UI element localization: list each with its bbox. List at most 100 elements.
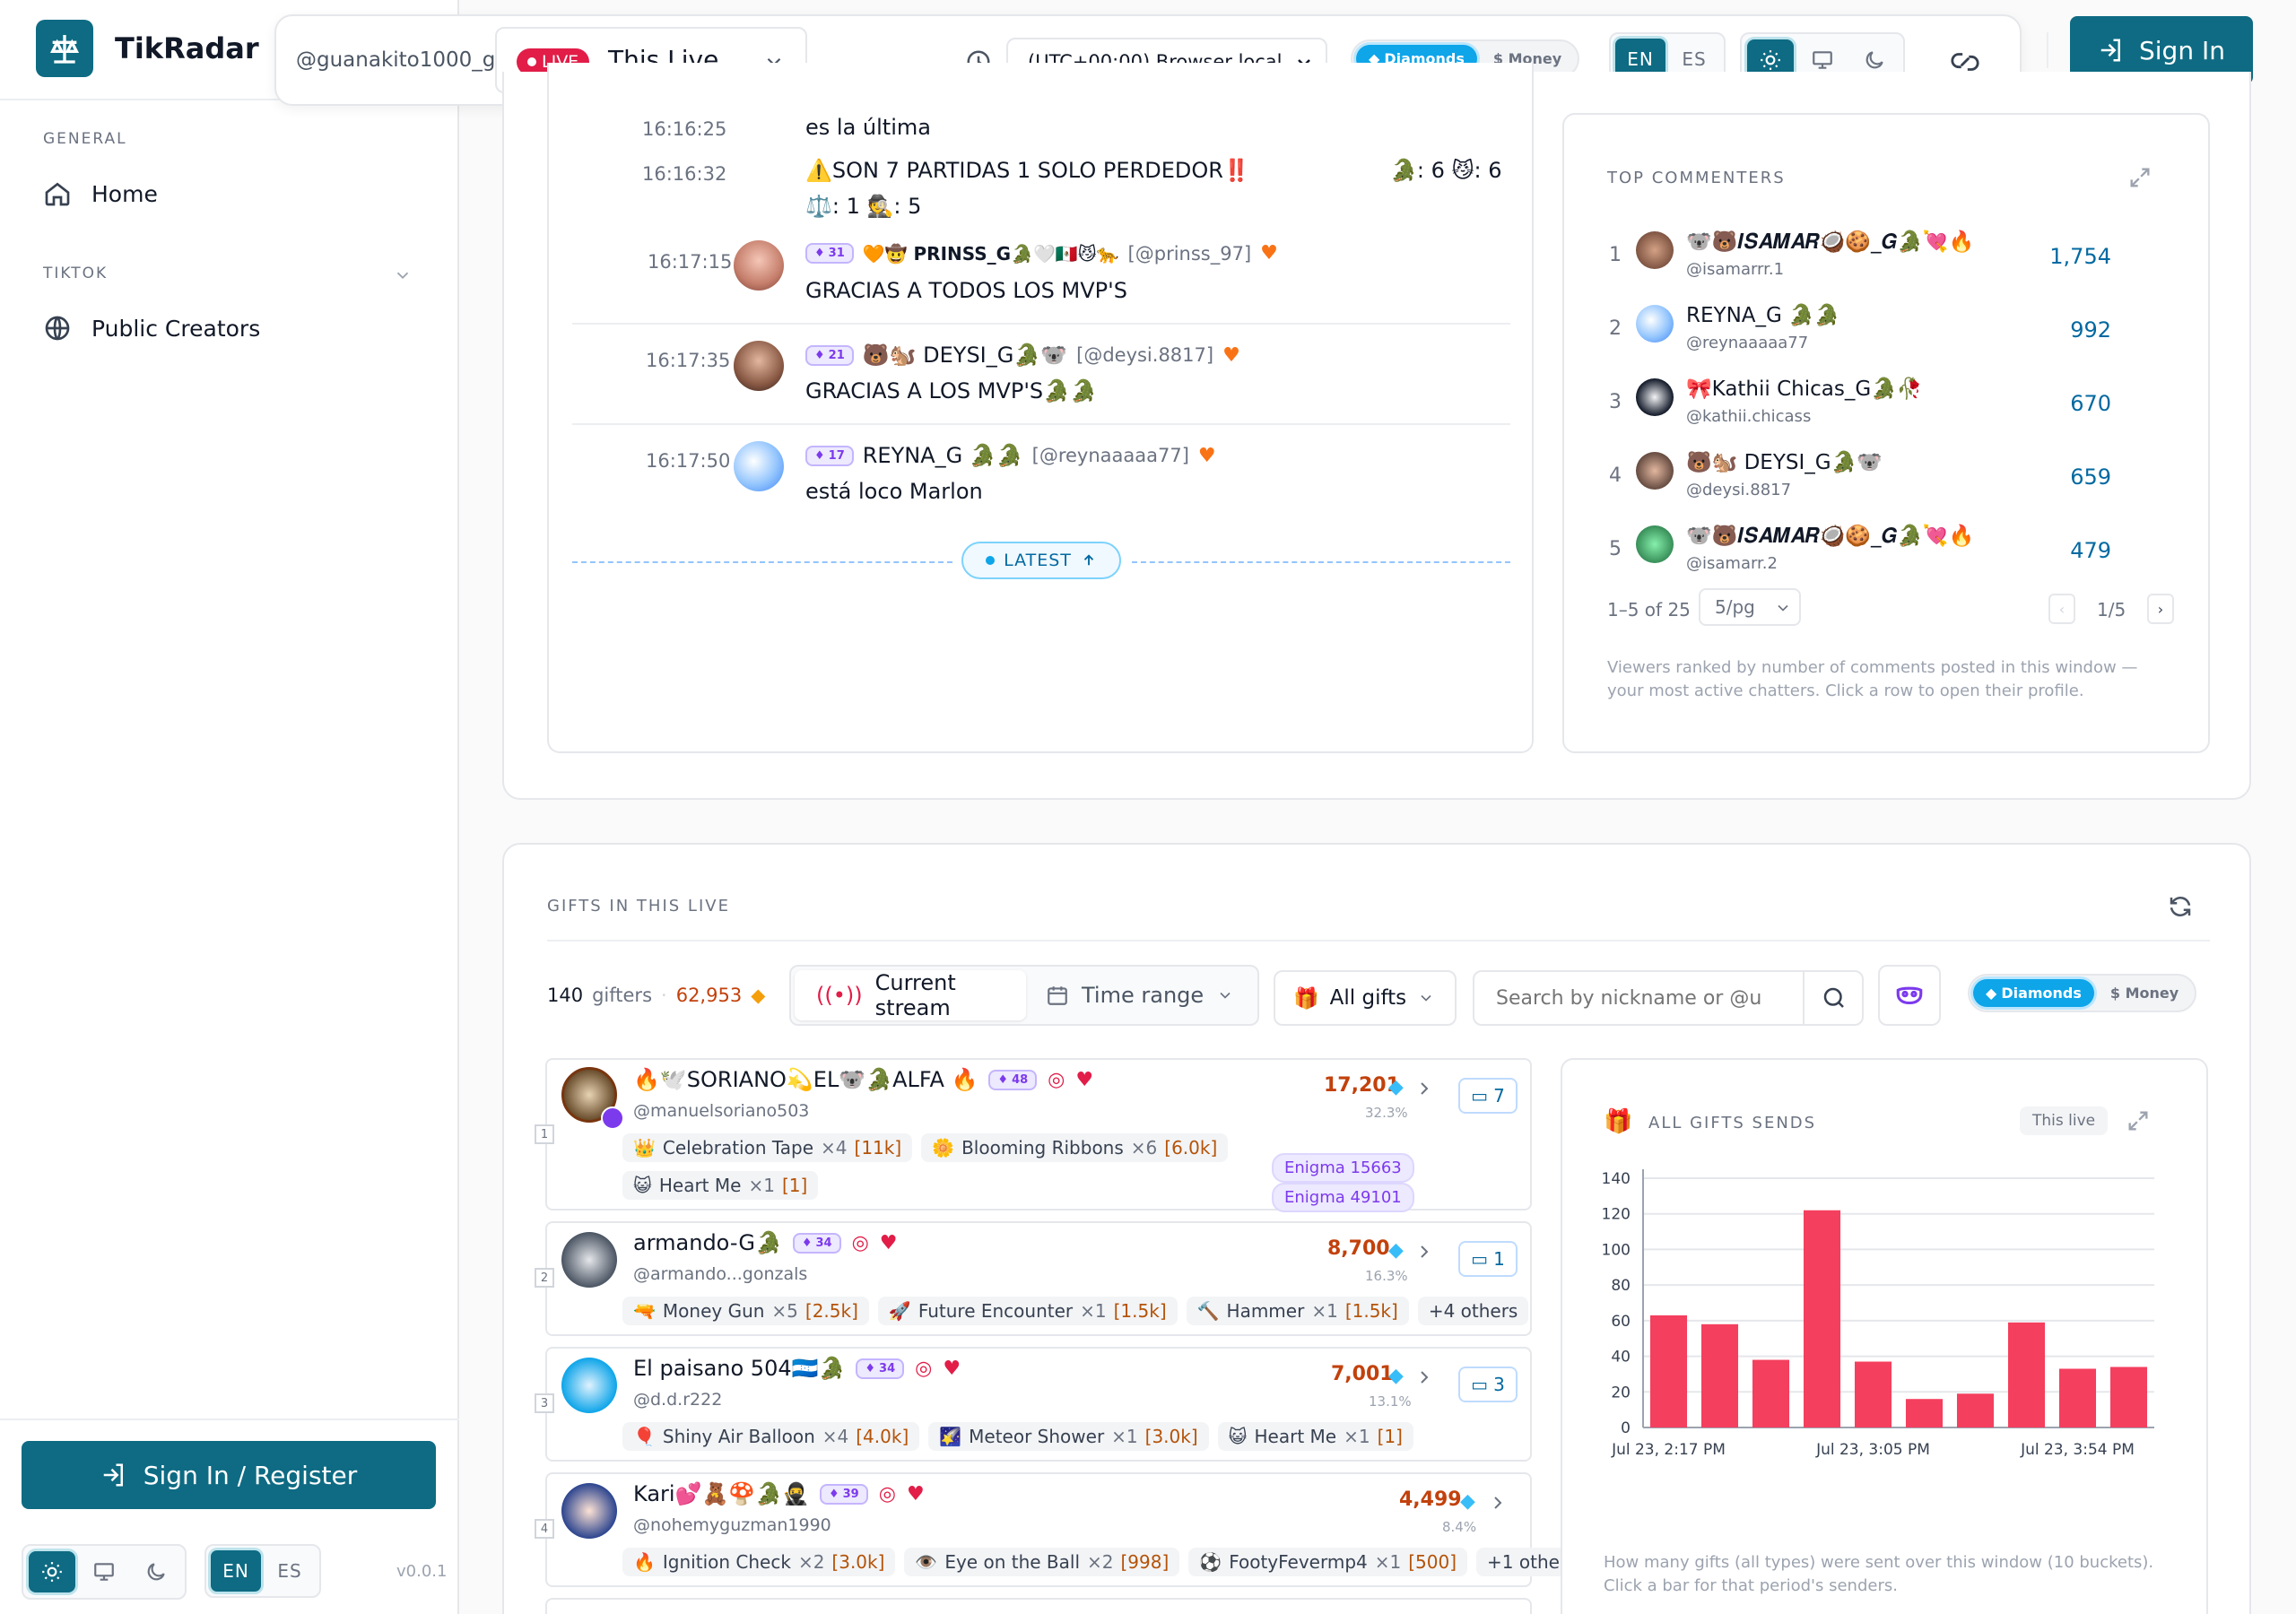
- sidebar-item-public-creators[interactable]: Public Creators: [43, 314, 260, 343]
- gift-chips: 🔫 Money Gun ×5 [2.5k] 🚀 Future Encounter ×1 [1.…: [622, 1297, 1537, 1325]
- tab-time-range[interactable]: Time range: [1046, 970, 1234, 1020]
- commenter-name: 🐨🐻𝑰𝑺𝑨𝑴𝑨𝑹🥥🍪_𝑮🐊💘🔥: [1686, 525, 1975, 548]
- enigma-tag[interactable]: Enigma 15663: [1272, 1153, 1414, 1183]
- message-header: ♦ 17 REYNA_G 🐊🐊 [@reynaaaaa77] ♥: [805, 443, 1216, 468]
- user-nickname[interactable]: 🐻🐿️ DEYSI_G🐊🐨: [863, 343, 1067, 368]
- diamond-icon: ◆: [1460, 1490, 1475, 1513]
- prev-page-button[interactable]: ‹: [2048, 594, 2075, 624]
- avatar[interactable]: [734, 341, 784, 391]
- chevron-down-icon: [1220, 992, 1231, 999]
- scale-icon: [36, 20, 93, 77]
- gifter-row[interactable]: 4 Kari💕🧸🍄🐊🥷 ♦ 39 ◎ ♥ @nohemyguzman1990 🔥 I…: [535, 1472, 1578, 1587]
- tab-current-stream[interactable]: ((•)) Current stream: [795, 970, 1026, 1020]
- latest-button[interactable]: LATEST: [961, 542, 1121, 579]
- divider: [572, 561, 952, 563]
- message-time: 16:16:25: [642, 118, 727, 140]
- chevron-right-icon[interactable]: [1413, 1241, 1435, 1263]
- gift-filter-select[interactable]: 🎁 All gifts: [1274, 970, 1457, 1026]
- more-gifts-chip[interactable]: +4 others: [1417, 1297, 1529, 1325]
- comment-icon: ▭: [1471, 1374, 1489, 1395]
- heart-icon: ♥: [943, 1357, 961, 1380]
- theme-dark-button[interactable]: [133, 1551, 179, 1592]
- theme-light-button[interactable]: [29, 1551, 75, 1592]
- gift-chips: 😺 Heart Me ×1 [1]: [622, 1171, 827, 1200]
- refresh-icon[interactable]: [2167, 893, 2194, 920]
- badge-icon: ◎: [851, 1231, 869, 1254]
- top-commenter-row[interactable]: 1 🐨🐻𝑰𝑺𝑨𝑴𝑨𝑹🥥🍪_𝑮🐊💘🔥 @isamarrr.1 1,754: [1609, 226, 2111, 289]
- commenter-handle: @kathii.chicass: [1686, 407, 1812, 426]
- chart-bar[interactable]: [1956, 1393, 1995, 1427]
- gift-chip: 😺 Heart Me ×1 [1]: [622, 1171, 819, 1200]
- message-header: ♦ 21 🐻🐿️ DEYSI_G🐊🐨 [@deysi.8817] ♥: [805, 343, 1240, 368]
- y-tick-label: 140: [1602, 1170, 1631, 1188]
- avatar[interactable]: [734, 441, 784, 491]
- chart-bar[interactable]: [1752, 1359, 1790, 1427]
- top-commenters-panel: TOP COMMENTERS 1 🐨🐻𝑰𝑺𝑨𝑴𝑨𝑹🥥🍪_𝑮🐊💘🔥 @isamar…: [1562, 113, 2210, 753]
- panel-title: TOP COMMENTERS: [1607, 169, 1786, 187]
- search-input[interactable]: [1474, 972, 1803, 1024]
- gifter-row[interactable]: 2 armando-G🐊 ♦ 34 ◎ ♥ @armando...gonzals …: [535, 1221, 1532, 1336]
- search-box: [1473, 970, 1864, 1026]
- per-page-select[interactable]: 5/pg: [1699, 588, 1801, 626]
- monitor-icon: [1813, 51, 1832, 69]
- chevron-right-icon[interactable]: [1413, 1078, 1435, 1099]
- sun-icon: [42, 1562, 62, 1582]
- comment-count: 1,754: [2049, 244, 2111, 269]
- logo[interactable]: TikRadar: [36, 20, 259, 77]
- comments-badge[interactable]: ▭ 3: [1458, 1367, 1518, 1402]
- enigma-tags: Enigma 15663Enigma 49101: [1265, 1153, 1530, 1212]
- chart-bar[interactable]: [2007, 1322, 2046, 1427]
- chevron-down-icon[interactable]: [393, 265, 413, 285]
- gifter-row[interactable]: 3 El paisano 504🇭🇳🐊 ♦ 34 ◎ ♥ @d.d.r222 🎈 S…: [535, 1347, 1532, 1462]
- gift-chip: 👁️ Eye on the Ball ×2 [998]: [904, 1548, 1180, 1576]
- chart-bar[interactable]: [1905, 1399, 1944, 1427]
- chart-bar[interactable]: [1854, 1361, 1892, 1427]
- chart-bar[interactable]: [1803, 1210, 1841, 1427]
- chevron-right-icon[interactable]: [1413, 1367, 1435, 1388]
- top-commenter-row[interactable]: 2 REYNA_G 🐊🐊 @reynaaaaa77 992: [1609, 299, 2111, 362]
- gift-value: 7,001: [1331, 1363, 1394, 1385]
- mask-filter-button[interactable]: [1878, 965, 1941, 1026]
- user-nickname[interactable]: REYNA_G 🐊🐊: [863, 443, 1023, 468]
- user-nickname[interactable]: 🧡🤠 PRINSS_G🐊🤍🇲🇽😼🐆: [863, 243, 1119, 265]
- sign-in-register-button[interactable]: Sign In / Register: [22, 1441, 436, 1509]
- top-commenter-row[interactable]: 4 🐻🐿️ DEYSI_G🐊🐨 @deysi.8817 659: [1609, 447, 2111, 509]
- gift-percent: 8.4%: [1442, 1519, 1477, 1535]
- search-icon[interactable]: [1821, 985, 1848, 1011]
- gifter-row[interactable]: 1 🔥🕊️SORIANO💫EL🐨🐊ALFA 🔥 ♦ 48 ◎ ♥ @manuels…: [535, 1058, 1532, 1212]
- chart-bar[interactable]: [2109, 1367, 2148, 1427]
- rank: 4: [1609, 464, 1622, 487]
- lang-en-button[interactable]: EN: [211, 1550, 261, 1592]
- lang-es-button[interactable]: ES: [265, 1550, 315, 1592]
- avatar[interactable]: [734, 240, 784, 291]
- gifter-row[interactable]: [545, 1598, 1532, 1614]
- message-time: 16:17:15: [648, 251, 733, 273]
- expand-icon[interactable]: [2126, 1108, 2151, 1133]
- expand-icon[interactable]: [2127, 165, 2152, 190]
- enigma-tag[interactable]: Enigma 49101: [1272, 1183, 1414, 1212]
- comments-badge[interactable]: ▭ 7: [1458, 1078, 1518, 1114]
- section-label-tiktok: TIKTOK: [43, 265, 109, 282]
- sidebar-item-home[interactable]: Home: [43, 179, 158, 208]
- y-tick-label: 20: [1611, 1384, 1631, 1401]
- chart-bar[interactable]: [1649, 1315, 1688, 1427]
- chevron-right-icon[interactable]: [1487, 1492, 1509, 1514]
- top-commenter-row[interactable]: 5 🐨🐻𝑰𝑺𝑨𝑴𝑨𝑹🥥🍪_𝑮🐊💘🔥 @isamarr.2 479: [1609, 520, 2111, 583]
- diamond-icon: ◆: [1388, 1365, 1404, 1387]
- username-input[interactable]: @guanakito1000_g: [296, 48, 495, 72]
- next-page-button[interactable]: ›: [2147, 594, 2174, 624]
- chat-feed[interactable]: 16:16:25 es la última 16:16:32 ⚠️SON 7 P…: [547, 63, 1534, 753]
- top-commenter-row[interactable]: 3 🎀Kathii Chicas_G🐊🥀 @kathii.chicass 670: [1609, 373, 2111, 436]
- diamonds-toggle[interactable]: ◆ Diamonds: [1973, 979, 2094, 1007]
- theme-system-button[interactable]: [81, 1551, 127, 1592]
- comments-badge[interactable]: ▭ 1: [1458, 1241, 1518, 1277]
- money-toggle[interactable]: $ Money: [2098, 979, 2191, 1007]
- chart-bar[interactable]: [2058, 1368, 2097, 1427]
- commenter-handle: @reynaaaaa77: [1686, 334, 1809, 352]
- panel-note: Viewers ranked by number of comments pos…: [1607, 658, 2138, 700]
- rank: 5: [1609, 538, 1622, 560]
- commenter-name: 🐻🐿️ DEYSI_G🐊🐨: [1686, 451, 1883, 474]
- gifts-bar-chart[interactable]: 0 20 40 60 80 100 120 140 Jul 23, 2:17 PM Jul 23,…: [1580, 1158, 2172, 1472]
- divider: [1803, 972, 1805, 1024]
- chart-bar[interactable]: [1700, 1323, 1739, 1427]
